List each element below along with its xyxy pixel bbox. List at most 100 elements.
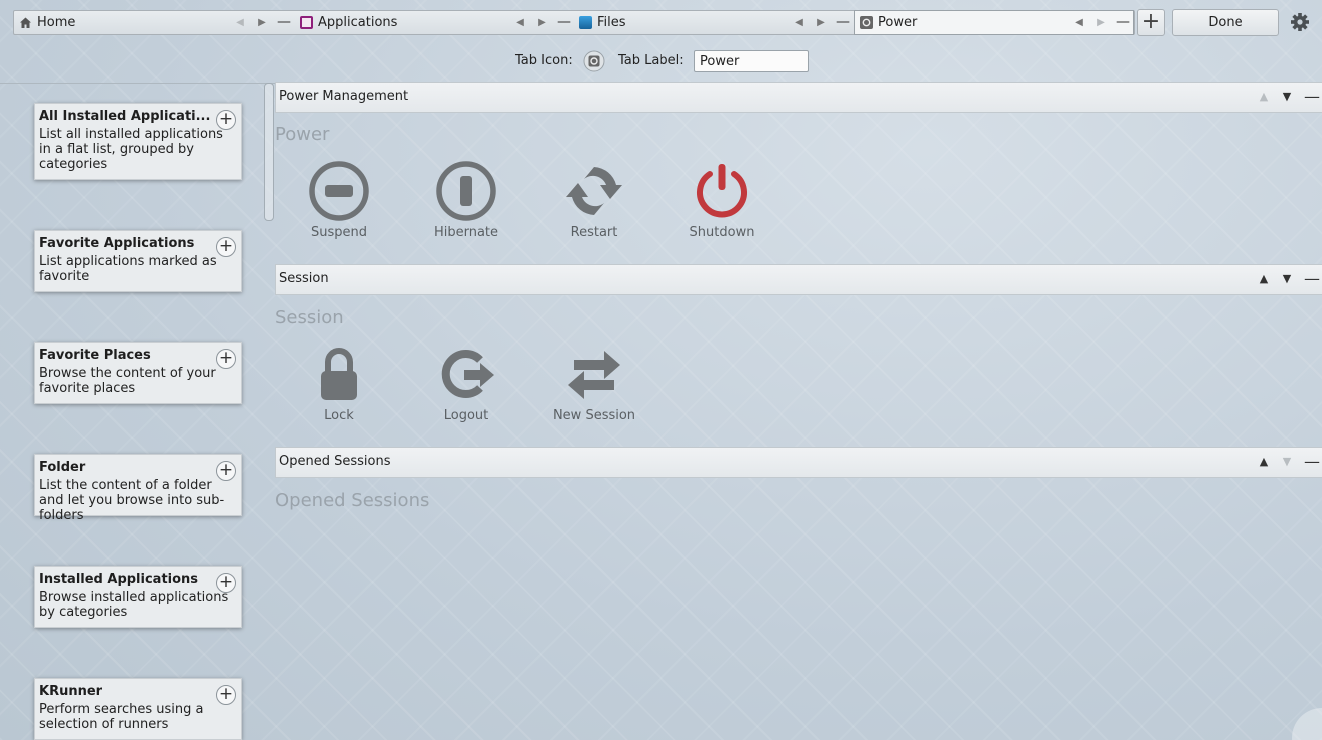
widget-description: Browse the content of your favorite plac… bbox=[39, 366, 216, 396]
move-section-up-button[interactable]: ▲ bbox=[1257, 454, 1271, 470]
move-section-up-button[interactable]: ▲ bbox=[1257, 271, 1271, 287]
widget-description: Perform searches using a selection of ru… bbox=[39, 702, 204, 732]
logout-action[interactable]: Logout bbox=[402, 344, 530, 423]
action-label: Lock bbox=[324, 408, 354, 423]
section-heading-power: Power bbox=[275, 124, 330, 145]
tab-applications[interactable]: Applications bbox=[300, 11, 510, 34]
action-label: Restart bbox=[570, 225, 618, 240]
section-title: Power Management bbox=[279, 89, 409, 104]
tab-label-label: Tab Label: bbox=[618, 53, 684, 68]
move-section-down-button[interactable]: ▼ bbox=[1280, 271, 1294, 287]
tab-strip: Home ◀ ▶ — Applications ◀ ▶ — Files ◀ ▶ … bbox=[13, 10, 1135, 35]
action-label: Suspend bbox=[310, 225, 367, 240]
widget-title: Favorite Places bbox=[39, 348, 151, 363]
section-title: Opened Sessions bbox=[279, 454, 391, 469]
move-tab-right-button[interactable]: ▶ bbox=[256, 16, 268, 29]
tab-home[interactable]: Home bbox=[19, 11, 244, 34]
move-tab-right-button[interactable]: ▶ bbox=[1095, 16, 1107, 29]
section-title: Session bbox=[279, 271, 329, 286]
hibernate-action[interactable]: Hibernate bbox=[402, 161, 530, 240]
remove-tab-button[interactable]: — bbox=[277, 14, 291, 30]
restart-action[interactable]: Restart bbox=[530, 161, 658, 240]
tab-label: Files bbox=[597, 15, 626, 30]
section-heading-opened-sessions: Opened Sessions bbox=[275, 490, 430, 511]
home-icon bbox=[19, 16, 32, 29]
widget-card-all-installed-applications[interactable]: All Installed Applicati... List all inst… bbox=[34, 103, 242, 180]
move-tab-left-button[interactable]: ◀ bbox=[1073, 16, 1085, 29]
suspend-icon bbox=[309, 161, 369, 221]
add-widget-button[interactable]: + bbox=[216, 349, 236, 369]
tab-icon-picker-button[interactable] bbox=[583, 50, 605, 72]
files-icon bbox=[579, 16, 592, 29]
move-tab-right-button[interactable]: ▶ bbox=[815, 16, 827, 29]
remove-tab-button[interactable]: — bbox=[557, 14, 571, 30]
remove-tab-button[interactable]: — bbox=[1116, 14, 1130, 30]
lock-action[interactable]: Lock bbox=[275, 344, 403, 423]
move-tab-left-button[interactable]: ◀ bbox=[234, 16, 246, 29]
widget-description: List the content of a folder and let you… bbox=[39, 478, 225, 523]
move-section-down-button[interactable]: ▼ bbox=[1280, 454, 1294, 470]
remove-section-button[interactable]: — bbox=[1304, 454, 1320, 470]
tab-power[interactable]: Power ◀ ▶ — bbox=[854, 10, 1134, 35]
tab-icon-label: Tab Icon: bbox=[515, 53, 573, 68]
widget-card-installed-applications[interactable]: Installed Applications Browse installed … bbox=[34, 566, 242, 628]
logout-icon bbox=[441, 350, 494, 398]
move-tab-right-button[interactable]: ▶ bbox=[536, 16, 548, 29]
section-header-power-management[interactable]: Power Management ▲ ▼ — bbox=[275, 82, 1322, 113]
section-heading-session: Session bbox=[275, 307, 344, 328]
add-widget-button[interactable]: + bbox=[216, 461, 236, 481]
hibernate-icon bbox=[436, 161, 496, 221]
widget-description: Browse installed applications by categor… bbox=[39, 590, 229, 620]
gear-icon[interactable] bbox=[1289, 11, 1311, 33]
action-label: Hibernate bbox=[433, 225, 499, 240]
suspend-action[interactable]: Suspend bbox=[275, 161, 403, 240]
remove-tab-button[interactable]: — bbox=[836, 14, 850, 30]
tab-label: Power bbox=[878, 15, 918, 30]
corner-decoration bbox=[1292, 708, 1322, 740]
widget-title: All Installed Applicati... bbox=[39, 109, 211, 124]
tab-bar: Home ◀ ▶ — Applications ◀ ▶ — Files ◀ ▶ … bbox=[0, 0, 1322, 84]
widget-title: Favorite Applications bbox=[39, 236, 195, 251]
widget-card-krunner[interactable]: KRunner Perform searches using a selecti… bbox=[34, 678, 242, 740]
add-tab-button[interactable]: + bbox=[1137, 9, 1165, 36]
move-section-up-button[interactable]: ▲ bbox=[1257, 89, 1271, 105]
move-section-down-button[interactable]: ▼ bbox=[1280, 89, 1294, 105]
done-button[interactable]: Done bbox=[1172, 9, 1279, 36]
action-label: New Session bbox=[552, 408, 636, 423]
shutdown-icon bbox=[697, 164, 747, 218]
widget-card-folder[interactable]: Folder List the content of a folder and … bbox=[34, 454, 242, 523]
shutdown-action[interactable]: Shutdown bbox=[658, 161, 786, 240]
move-tab-left-button[interactable]: ◀ bbox=[514, 16, 526, 29]
applications-icon bbox=[300, 16, 313, 29]
widget-card-favorite-places[interactable]: Favorite Places Browse the content of yo… bbox=[34, 342, 242, 404]
remove-section-button[interactable]: — bbox=[1304, 89, 1320, 105]
power-tab-icon bbox=[860, 16, 873, 29]
widget-description: List all installed applications in a fla… bbox=[39, 127, 223, 172]
move-tab-left-button[interactable]: ◀ bbox=[793, 16, 805, 29]
tab-files[interactable]: Files bbox=[579, 11, 789, 34]
remove-section-button[interactable]: — bbox=[1304, 271, 1320, 287]
widget-description: List applications marked as favorite bbox=[39, 254, 217, 284]
add-widget-button[interactable]: + bbox=[216, 685, 236, 705]
widget-title: Installed Applications bbox=[39, 572, 199, 587]
add-widget-button[interactable]: + bbox=[216, 237, 236, 257]
new-session-action[interactable]: New Session bbox=[530, 344, 658, 423]
section-header-opened-sessions[interactable]: Opened Sessions ▲ ▼ — bbox=[275, 447, 1322, 478]
section-header-session[interactable]: Session ▲ ▼ — bbox=[275, 264, 1322, 295]
tab-properties: Tab Icon: Tab Label: bbox=[0, 50, 1322, 72]
action-label: Shutdown bbox=[689, 225, 755, 240]
lock-icon bbox=[321, 348, 357, 400]
widget-list-scrollbar[interactable] bbox=[264, 83, 274, 221]
widget-card-favorite-applications[interactable]: Favorite Applications List applications … bbox=[34, 230, 242, 292]
tab-label-input[interactable] bbox=[694, 50, 809, 72]
widget-title: Folder bbox=[39, 460, 86, 475]
widget-list: All Installed Applicati... List all inst… bbox=[0, 85, 264, 740]
restart-icon bbox=[566, 167, 622, 215]
tab-label: Home bbox=[37, 15, 76, 30]
tab-label: Applications bbox=[318, 15, 398, 30]
action-label: Logout bbox=[443, 408, 489, 423]
new-session-icon bbox=[568, 351, 620, 399]
widget-title: KRunner bbox=[39, 684, 103, 699]
add-widget-button[interactable]: + bbox=[216, 573, 236, 593]
add-widget-button[interactable]: + bbox=[216, 110, 236, 130]
